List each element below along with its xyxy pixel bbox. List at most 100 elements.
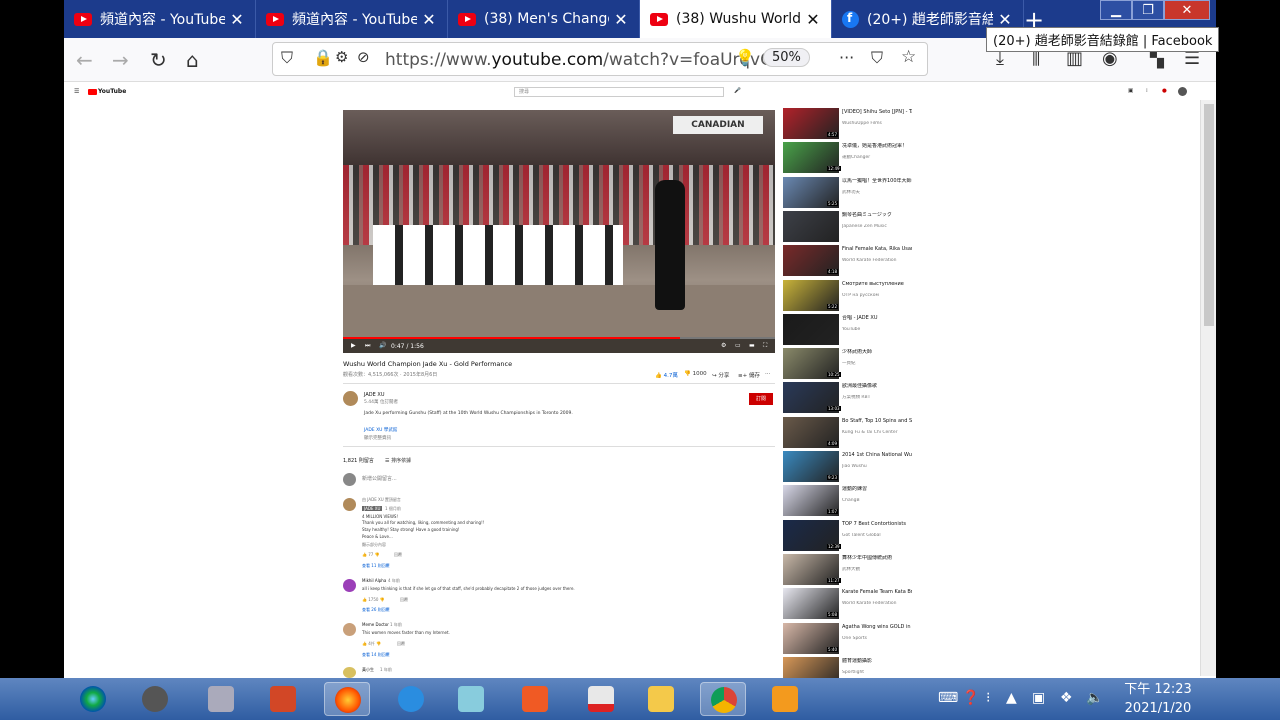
taskbar-app-icon[interactable] bbox=[132, 682, 178, 716]
comment-like[interactable]: 👍 4仟 👎 bbox=[362, 641, 381, 647]
tab-3[interactable]: (38) Men's Changqu✕ bbox=[448, 0, 640, 38]
recommended-video[interactable]: Agatha Wong wins GOLD in Wushu One Sports… bbox=[783, 622, 913, 656]
like-button[interactable]: 👍 4.7萬 bbox=[655, 371, 678, 379]
reply-button[interactable]: 回覆 bbox=[397, 641, 405, 647]
url-bar[interactable]: ⛉ 🔒 ⚙ ⊘ https://www.youtube.com/watch?v=… bbox=[272, 42, 928, 76]
description-link[interactable]: JADE XU 學武館 bbox=[364, 427, 397, 433]
firefox-icon[interactable] bbox=[324, 682, 370, 716]
read-more[interactable]: 顯示部分內容 bbox=[362, 542, 386, 548]
recommended-video[interactable]: Final Female Kata, Rika Usami World Karat… bbox=[783, 245, 913, 278]
video-thumbnail[interactable] bbox=[783, 313, 839, 345]
avatar[interactable] bbox=[1178, 87, 1187, 96]
reload-button[interactable]: ↻ bbox=[150, 48, 167, 72]
permissions-icon[interactable]: ⚙ bbox=[335, 48, 348, 66]
channel-avatar[interactable] bbox=[343, 391, 358, 406]
window-close-button[interactable]: ✕ bbox=[1164, 0, 1210, 20]
next-icon[interactable]: ⏭ bbox=[365, 342, 370, 350]
lock-icon[interactable]: 🔒 bbox=[313, 48, 333, 67]
page-scrollbar[interactable] bbox=[1200, 100, 1216, 676]
add-comment-input[interactable]: 新增公開留言... bbox=[362, 475, 397, 482]
zoom-level[interactable]: 50% bbox=[763, 48, 810, 67]
brave-icon[interactable] bbox=[512, 682, 558, 716]
recommended-video[interactable]: 舞林少年中國傳統武術 武林大觀 11:27 bbox=[783, 553, 913, 587]
volume-icon[interactable]: 🔊 bbox=[379, 342, 386, 349]
save-button[interactable]: ≡+ 儲存 bbox=[738, 371, 760, 379]
play-icon[interactable]: ▶ bbox=[351, 342, 356, 349]
dislike-button[interactable]: 👎 1000 bbox=[684, 371, 707, 377]
tab-1[interactable]: 頻道內容 - YouTube ✕ bbox=[64, 0, 256, 38]
subscribe-button[interactable]: 訂閱 bbox=[749, 393, 773, 405]
close-icon[interactable]: ✕ bbox=[993, 10, 1017, 29]
scrollbar-thumb[interactable] bbox=[1204, 104, 1214, 326]
powerpoint-icon[interactable] bbox=[260, 682, 306, 716]
share-button[interactable]: ↪ 分享 bbox=[712, 371, 729, 379]
home-button[interactable]: ⌂ bbox=[186, 48, 199, 72]
recommended-video[interactable]: Karate Female Team Kata Bronze World Kara… bbox=[783, 588, 913, 621]
comment-like[interactable]: 👍 1750 👎 bbox=[362, 597, 385, 602]
recommended-video[interactable]: TOP 7 Best Contortionists Got Talent Glob… bbox=[783, 519, 913, 553]
hamburger-icon[interactable]: ☰ bbox=[74, 88, 79, 95]
start-button[interactable] bbox=[70, 682, 116, 716]
media-player-icon[interactable] bbox=[762, 682, 808, 716]
close-icon[interactable]: ✕ bbox=[225, 10, 249, 29]
bookmark-star-icon[interactable]: ☆ bbox=[901, 47, 916, 67]
more-icon[interactable]: ··· bbox=[839, 48, 854, 67]
recommended-video[interactable]: Смотрите выступление ОТР на русском 5:22 bbox=[783, 279, 913, 313]
reply-button[interactable]: 回覆 bbox=[400, 597, 408, 603]
settings-icon[interactable]: ⚙ bbox=[721, 342, 726, 349]
autoplay-icon[interactable]: ⊘ bbox=[357, 48, 370, 66]
theater-icon[interactable]: ▬ bbox=[749, 342, 755, 349]
touch-icon[interactable]: ⁝ bbox=[986, 690, 990, 706]
close-icon[interactable]: ✕ bbox=[417, 10, 441, 29]
dropbox-icon[interactable]: ❖ bbox=[1060, 690, 1073, 706]
back-button[interactable]: ← bbox=[76, 48, 93, 72]
volume-tray-icon[interactable]: 🔈 bbox=[1086, 690, 1103, 706]
view-replies[interactable]: 查看 26 則回覆 bbox=[362, 607, 390, 613]
close-icon[interactable]: ✕ bbox=[609, 10, 633, 29]
url-text[interactable]: https://www.youtube.com/watch?v=foaUrqvO… bbox=[385, 50, 784, 70]
recommended-video[interactable]: [VIDEO] Shihu Seto [JPN] - Taiji WushuUpp… bbox=[783, 108, 913, 141]
comment-avatar[interactable] bbox=[343, 623, 356, 636]
recommended-video[interactable]: 少林武術大師 一頁紀 10:25 bbox=[783, 348, 913, 381]
search-input[interactable]: 搜尋 bbox=[514, 87, 724, 97]
view-replies[interactable]: 查看 11 則回覆 bbox=[362, 563, 390, 569]
taskbar-app-icon[interactable] bbox=[198, 682, 244, 716]
more-actions-icon[interactable]: ··· bbox=[765, 371, 770, 377]
fullscreen-icon[interactable]: ⛶ bbox=[763, 342, 767, 350]
mic-icon[interactable]: 🎤 bbox=[734, 88, 741, 94]
comment-author[interactable]: JADE XU bbox=[362, 506, 383, 511]
keyboard-icon[interactable]: ⌨ bbox=[938, 690, 958, 706]
minimize-button[interactable]: ▁ bbox=[1100, 0, 1132, 20]
miniplayer-icon[interactable]: ▭ bbox=[735, 342, 741, 349]
view-replies[interactable]: 查看 14 則回覆 bbox=[362, 652, 390, 658]
forward-button[interactable]: → bbox=[112, 48, 129, 72]
comment-like[interactable]: 👍 77 👎 bbox=[362, 552, 380, 557]
video-player[interactable]: CANADIAN ▶ ⏭ 🔊 0:47 / 1:56 ⚙ ▭ ▬ ⛶ bbox=[343, 110, 775, 353]
recommended-video[interactable]: 以馬一獨唱！全世界100年大師 武林功夫 5:25 bbox=[783, 176, 913, 210]
recommended-video[interactable]: 冼卓儀，她是香港武術冠軍！ 運動Changer 12:49 bbox=[783, 142, 913, 175]
create-icon[interactable]: ▣ bbox=[1128, 88, 1133, 94]
close-icon[interactable]: ✕ bbox=[801, 10, 825, 29]
youtube-logo[interactable]: YouTube bbox=[88, 88, 126, 95]
network-icon[interactable]: ▣ bbox=[1032, 690, 1045, 706]
chrome-icon[interactable] bbox=[700, 682, 746, 716]
recommended-video[interactable]: 歐洲最佳攝像歌 方案視頻 RBT 13:03 bbox=[783, 382, 913, 415]
comment-author[interactable]: Meme Doctor bbox=[362, 622, 389, 627]
recommended-video[interactable]: 運動的練習 ChangB 1:07 bbox=[783, 485, 913, 518]
comment-avatar[interactable] bbox=[343, 667, 356, 678]
file-explorer-icon[interactable] bbox=[638, 682, 684, 716]
maximize-button[interactable]: ❐ bbox=[1132, 0, 1164, 20]
comment-avatar[interactable] bbox=[343, 498, 356, 511]
video-thumbnail[interactable] bbox=[783, 210, 839, 242]
shield-icon[interactable]: ⛉ bbox=[281, 48, 293, 68]
ie-icon[interactable] bbox=[388, 682, 434, 716]
help-icon[interactable]: ❓ bbox=[962, 690, 979, 706]
sort-button[interactable]: ☰ 排序依據 bbox=[385, 457, 411, 464]
recommended-video[interactable]: 2014 1st China National Wushu Jiao Wushu 9… bbox=[783, 451, 913, 484]
recommended-video[interactable]: 鋼琴名曲ミュージック Japanese Zen Music bbox=[783, 210, 913, 244]
notepad-icon[interactable] bbox=[448, 682, 494, 716]
apps-icon[interactable]: ⁞ bbox=[1146, 88, 1148, 94]
comment-author[interactable]: Mikhil Alpha bbox=[362, 578, 386, 583]
pocket-icon[interactable]: ⛉ bbox=[871, 48, 883, 68]
tray-expand-icon[interactable]: ▲ bbox=[1006, 690, 1017, 706]
